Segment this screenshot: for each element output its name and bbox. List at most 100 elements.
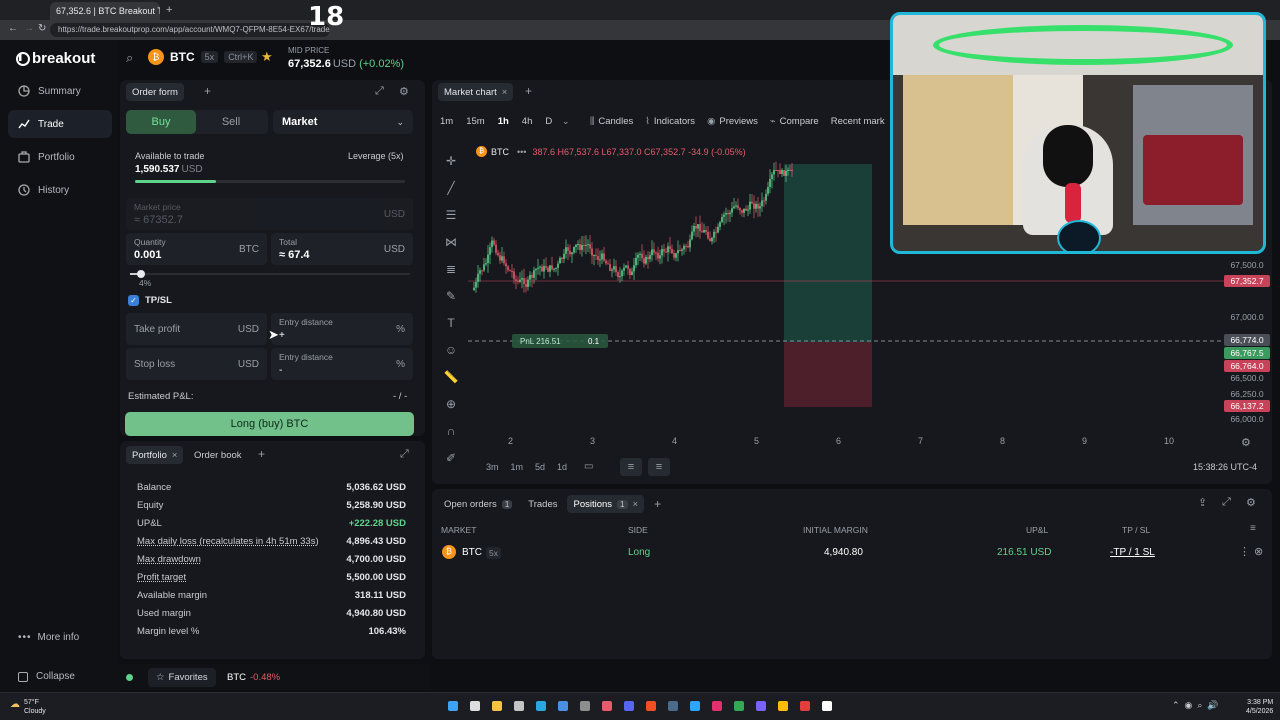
timeframe-1h[interactable]: 1h bbox=[498, 116, 509, 127]
clock[interactable]: 3:38 PM 4/5/2026 bbox=[1246, 698, 1273, 716]
app-icon[interactable] bbox=[800, 701, 810, 711]
share-icon[interactable]: ⇪ bbox=[1198, 496, 1207, 509]
system-tray[interactable]: ⌃◉⌕🔊 bbox=[1172, 700, 1224, 711]
timeframe-15m[interactable]: 15m bbox=[466, 116, 484, 127]
close-icon[interactable]: × bbox=[633, 499, 639, 510]
app-icon[interactable] bbox=[602, 701, 612, 711]
timeframe-D[interactable]: D bbox=[545, 116, 552, 127]
app-icon[interactable] bbox=[712, 701, 722, 711]
sidebar-item-portfolio[interactable]: Portfolio bbox=[8, 143, 112, 171]
add-tab-icon[interactable]: + bbox=[258, 447, 265, 461]
layout-icon[interactable]: ≡ bbox=[620, 458, 642, 476]
brush-icon[interactable]: ✎ bbox=[440, 283, 462, 310]
range-5d[interactable]: 5d bbox=[535, 462, 545, 472]
take-profit-zone[interactable] bbox=[784, 164, 872, 342]
quantity-field[interactable]: Quantity 0.001 BTC bbox=[126, 233, 267, 265]
browser-tab[interactable]: 67,352.6 | BTC Breakout Trading bbox=[50, 2, 160, 20]
windows-icon[interactable] bbox=[448, 701, 458, 711]
submit-long-button[interactable]: Long (buy) BTC bbox=[125, 412, 414, 436]
text-tool-icon[interactable]: T bbox=[440, 310, 462, 337]
back-icon[interactable]: ← bbox=[8, 23, 18, 34]
portfolio-row-label[interactable]: Max drawdown bbox=[137, 554, 201, 565]
forward-icon[interactable]: → bbox=[24, 23, 34, 34]
order-type-select[interactable]: Market ⌄ bbox=[273, 110, 413, 134]
portfolio-row-label[interactable]: Profit target bbox=[137, 572, 186, 583]
app-icon[interactable] bbox=[514, 701, 524, 711]
edge-icon[interactable] bbox=[536, 701, 546, 711]
more-vertical-icon[interactable]: ⋮ bbox=[1239, 545, 1250, 558]
chevron-down-icon[interactable]: ⌄ bbox=[562, 116, 570, 127]
trendline-icon[interactable]: ╱ bbox=[440, 175, 462, 202]
sl-entry-distance-field[interactable]: Entry distance - % bbox=[271, 348, 413, 380]
fib-icon[interactable]: ≣ bbox=[440, 256, 462, 283]
sidebar-item-history[interactable]: History bbox=[8, 176, 112, 204]
checkbox-checked-icon[interactable]: ✓ bbox=[128, 295, 139, 306]
pattern-icon[interactable]: ⋈ bbox=[440, 229, 462, 256]
app-icon[interactable] bbox=[624, 701, 634, 711]
take-profit-field[interactable]: Take profit USD bbox=[126, 313, 267, 345]
chrome-icon[interactable] bbox=[734, 701, 744, 711]
table-row[interactable]: ₿ BTC 5x Long 4,940.80 216.51 USD -TP / … bbox=[436, 540, 1266, 564]
tpsl-link[interactable]: -TP / 1 SL bbox=[1110, 547, 1155, 558]
zoom-in-icon[interactable]: ⊕ bbox=[440, 391, 462, 418]
timeframe-4h[interactable]: 4h bbox=[522, 116, 533, 127]
total-field[interactable]: Total ≈ 67.4 USD bbox=[271, 233, 413, 265]
expand-icon[interactable]: ⤢ bbox=[1222, 496, 1231, 509]
app-icon[interactable] bbox=[756, 701, 766, 711]
expand-icon[interactable]: ⤢ bbox=[400, 448, 409, 461]
add-tab-icon[interactable]: + bbox=[654, 497, 661, 511]
chart-settings-icon[interactable]: ⚙ bbox=[1241, 436, 1251, 449]
tab-market-chart[interactable]: Market chart × bbox=[438, 83, 514, 101]
favorite-ticker[interactable]: BTC -0.48% bbox=[227, 672, 280, 683]
collapse-button[interactable]: Collapse bbox=[18, 671, 75, 682]
timeframe-1m[interactable]: 1m bbox=[440, 116, 453, 127]
tab-order-book[interactable]: Order book bbox=[190, 446, 246, 464]
steam-icon[interactable] bbox=[668, 701, 678, 711]
tiktok-icon[interactable] bbox=[822, 701, 832, 711]
sidebar-item-trade[interactable]: Trade bbox=[8, 110, 112, 138]
expand-icon[interactable]: ⤢ bbox=[375, 85, 384, 98]
tab-order-form[interactable]: Order form bbox=[126, 83, 184, 101]
new-tab-icon[interactable]: + bbox=[166, 4, 172, 16]
search-icon[interactable]: ⌕ bbox=[126, 50, 133, 66]
url-bar[interactable]: https://trade.breakoutprop.com/app/accou… bbox=[50, 23, 330, 37]
emoji-icon[interactable]: ☺ bbox=[440, 337, 462, 364]
stop-loss-zone[interactable] bbox=[784, 342, 872, 407]
app-icon[interactable] bbox=[580, 701, 590, 711]
range-1d[interactable]: 1d bbox=[557, 462, 567, 472]
calendar-icon[interactable]: ▭ bbox=[584, 461, 593, 472]
chrome-icon[interactable] bbox=[778, 701, 788, 711]
magnet-icon[interactable]: ∩ bbox=[440, 418, 462, 445]
stop-loss-field[interactable]: Stop loss USD bbox=[126, 348, 267, 380]
add-tab-icon[interactable]: + bbox=[204, 84, 211, 98]
filter-icon[interactable]: ≡ bbox=[1250, 523, 1256, 534]
portfolio-row-label[interactable]: Max daily loss (recalculates in 4h 51m 3… bbox=[137, 536, 319, 547]
settings-icon[interactable]: ⚙ bbox=[1246, 496, 1256, 509]
toolbar-previews[interactable]: ◉ Previews bbox=[707, 116, 758, 127]
brand-logo[interactable]: breakout bbox=[16, 50, 95, 67]
range-1m[interactable]: 1m bbox=[511, 462, 524, 472]
leverage-label[interactable]: Leverage (5x) bbox=[348, 151, 404, 161]
store-icon[interactable] bbox=[558, 701, 568, 711]
file-explorer-icon[interactable] bbox=[492, 701, 502, 711]
more-info-link[interactable]: ••• More info bbox=[18, 632, 79, 643]
add-tab-icon[interactable]: + bbox=[525, 84, 532, 98]
tab-trades[interactable]: Trades bbox=[522, 495, 563, 513]
tab-positions[interactable]: Positions 1 × bbox=[567, 495, 645, 513]
tab-portfolio[interactable]: Portfolio × bbox=[126, 446, 184, 464]
sidebar-item-summary[interactable]: Summary bbox=[8, 77, 112, 105]
search-icon[interactable] bbox=[470, 701, 480, 711]
settings-icon[interactable]: ⚙ bbox=[399, 85, 409, 98]
symbol-selector[interactable]: ₿ BTC 5x Ctrl+K bbox=[148, 49, 258, 65]
app-icon[interactable] bbox=[690, 701, 700, 711]
buy-button[interactable]: Buy bbox=[126, 110, 196, 134]
size-slider[interactable] bbox=[130, 270, 410, 278]
favorites-button[interactable]: ☆ Favorites bbox=[148, 668, 216, 687]
position-label[interactable]: PnL 216.51 0.1 bbox=[512, 334, 608, 348]
weather-widget[interactable]: 57°F Cloudy bbox=[24, 698, 46, 716]
favorite-star-icon[interactable]: ★ bbox=[261, 49, 273, 65]
toolbar-compare[interactable]: ⌁ Compare bbox=[770, 116, 819, 127]
tpsl-toggle[interactable]: ✓ TP/SL bbox=[128, 295, 172, 306]
sell-button[interactable]: Sell bbox=[196, 110, 266, 134]
app-icon[interactable] bbox=[646, 701, 656, 711]
